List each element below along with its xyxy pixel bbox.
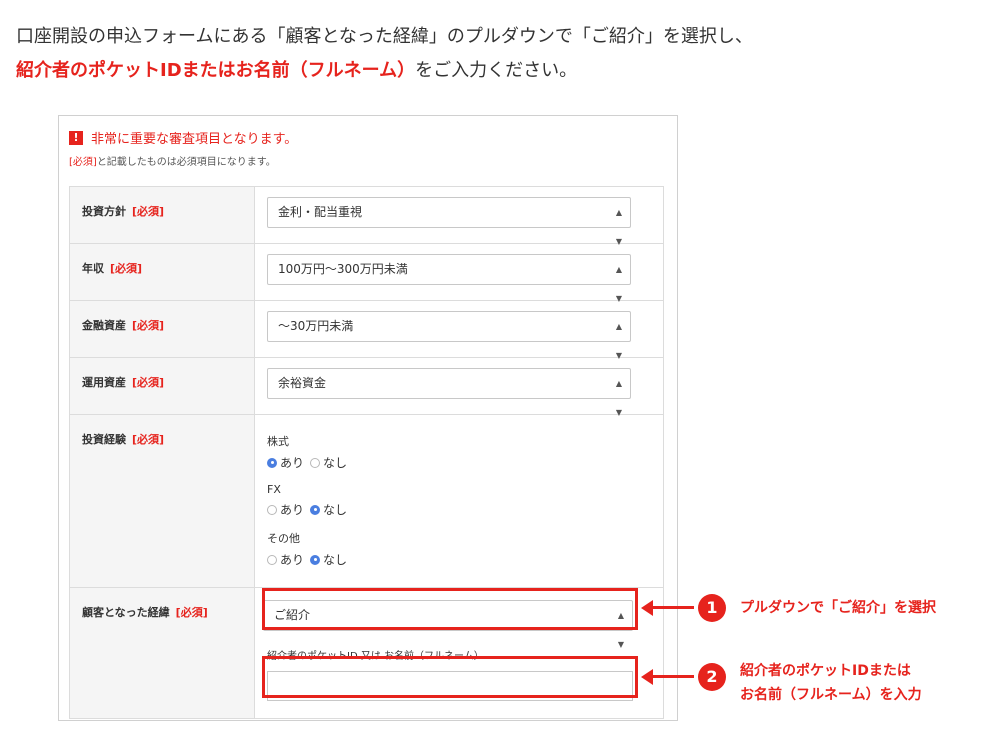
highlight-referrer-input [262,656,638,698]
row-investment-experience: 投資経験 [必須] 株式 あり なし FX あり なし その他 あり なし [70,414,663,587]
investment-policy-select[interactable]: 金利・配当重視 ▲ ▼ [267,197,631,246]
arrow-line [652,675,694,678]
row-investment-funds: 運用資産 [必須] 余裕資金 ▲ ▼ [70,357,663,417]
field-label: 投資方針 [必須] [70,187,255,243]
radio-stocks-no[interactable] [310,457,321,468]
experience-group-label: FX [267,483,281,496]
step-2-badge: 2 [698,663,726,691]
field-label: 金融資産 [必須] [70,301,255,357]
account-application-form: ! 非常に重要な審査項目となります。 [必須]と記載したものは必須項目になります… [58,115,678,721]
highlight-reason-select [262,588,638,630]
annual-income-select[interactable]: 100万円〜300万円未満 ▲ ▼ [267,254,631,303]
required-note-text: と記載したものは必須項目になります。 [96,157,276,168]
callout-step-2-line-1: 紹介者のポケットIDまたは [740,663,911,679]
required-note: [必須]と記載したものは必須項目になります。 [69,153,276,168]
step-1-badge: 1 [698,594,726,622]
radio-other-yes[interactable] [267,554,277,565]
row-investment-policy: 投資方針 [必須] 金利・配当重視 ▲ ▼ [70,187,663,246]
instructions: 口座開設の申込フォームにある「顧客となった経緯」のプルダウンで「ご紹介」を選択し… [16,20,753,88]
field-label: 投資経験 [必須] [70,415,255,587]
callout-step-2-line-2: お名前（フルネーム）を入力 [740,687,922,703]
instruction-highlight: 紹介者のポケットIDまたはお名前（フルネーム） [16,60,416,81]
callout-step-1: プルダウンで「ご紹介」を選択 [740,600,936,616]
notice-text: 非常に重要な審査項目となります。 [91,132,298,147]
field-label: 顧客となった経緯 [必須] [70,588,255,718]
instruction-line-1: 口座開設の申込フォームにある「顧客となった経緯」のプルダウンで「ご紹介」を選択し… [16,26,753,47]
radio-fx-yes[interactable] [267,504,277,515]
financial-assets-select[interactable]: 〜30万円未満 ▲ ▼ [267,311,631,360]
investment-funds-select[interactable]: 余裕資金 ▲ ▼ [267,368,631,417]
experience-fx-radios: あり なし [267,501,651,518]
instruction-line-2: 紹介者のポケットIDまたはお名前（フルネーム）をご入力ください。 [16,54,753,88]
instruction-rest: をご入力ください。 [415,60,578,81]
arrow-line [652,606,694,609]
radio-other-no[interactable] [310,554,321,565]
field-label: 運用資産 [必須] [70,358,255,414]
row-annual-income: 年収 [必須] 100万円〜300万円未満 ▲ ▼ [70,243,663,303]
form-table: 投資方針 [必須] 金利・配当重視 ▲ ▼ 年収 [必須] 100万円〜300万円未満 ▲… [69,186,664,719]
experience-stocks-radios: あり なし [267,454,651,471]
row-financial-assets: 金融資産 [必須] 〜30万円未満 ▲ ▼ [70,300,663,360]
callout-step-2: 紹介者のポケットIDまたは お名前（フルネーム）を入力 [740,659,922,707]
radio-fx-no[interactable] [310,504,321,515]
important-notice: ! 非常に重要な審査項目となります。 [69,128,297,147]
alert-icon: ! [69,130,83,145]
experience-group-label: 株式 [267,435,289,448]
experience-other-radios: あり なし [267,551,651,568]
field-label: 年収 [必須] [70,244,255,300]
experience-group-label: その他 [267,532,300,545]
radio-stocks-yes[interactable] [267,457,277,468]
required-tag: [必須] [69,157,97,168]
